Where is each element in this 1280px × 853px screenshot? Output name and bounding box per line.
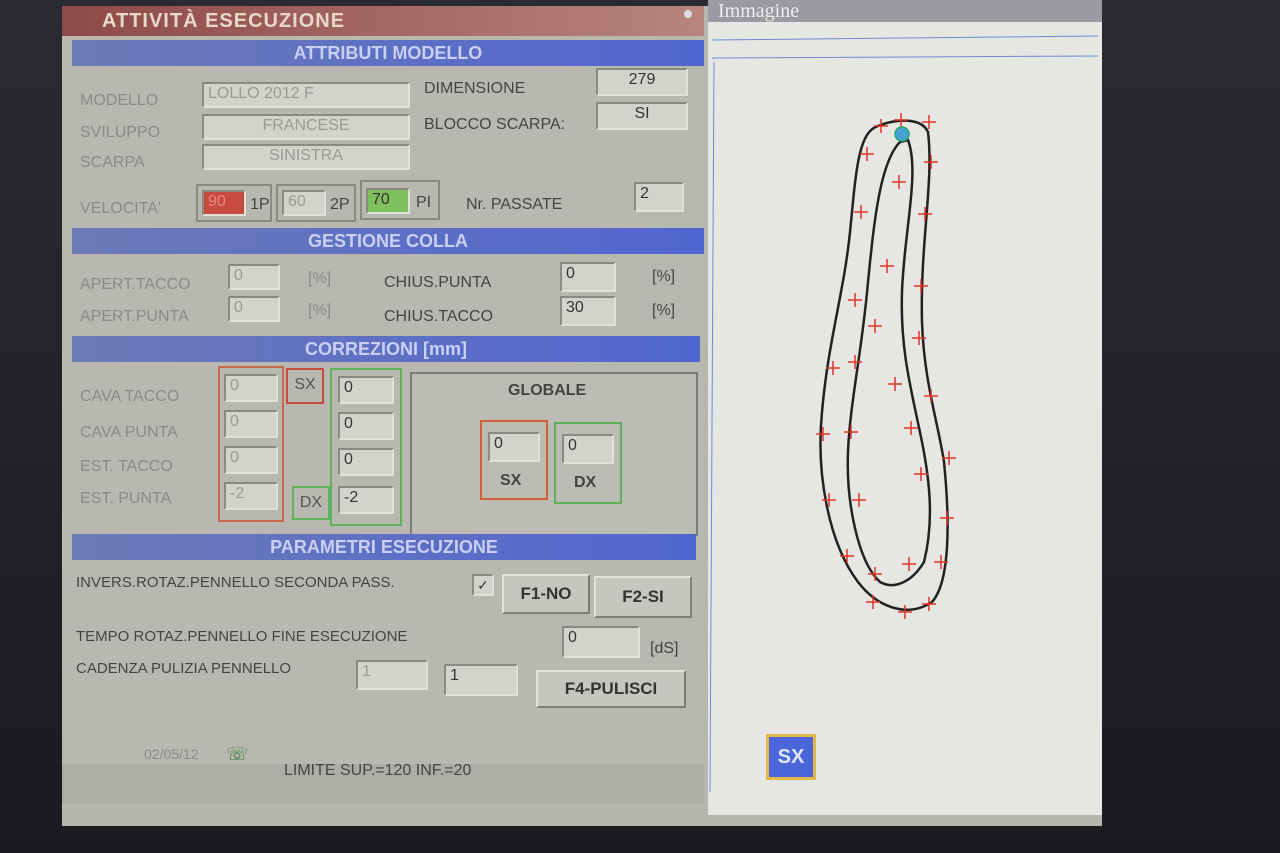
chius-tacco-label: CHIUS.TACCO (384, 308, 494, 325)
sx-cava-tacco-field[interactable]: 0 (224, 374, 278, 402)
dx-cava-tacco-field[interactable]: 0 (338, 376, 394, 404)
section-parametri: PARAMETRI ESECUZIONE (72, 534, 696, 560)
passate-label: Nr. PASSATE (466, 196, 563, 213)
corr-row-label: CAVA TACCO (80, 388, 180, 405)
top-ruler (711, 35, 1099, 59)
left-ruler (709, 61, 715, 793)
dx-cava-punta-field[interactable]: 0 (338, 412, 394, 440)
sviluppo-label: SVILUPPO (80, 124, 161, 141)
status-limits: LIMITE SUP.=120 INF.=20 (284, 762, 472, 779)
shoe-contour-canvas (709, 35, 1099, 793)
globale-sx-field[interactable]: 0 (488, 432, 540, 462)
apert-punta-label: APERT.PUNTA (80, 308, 189, 325)
sx-est-tacco-field[interactable]: 0 (224, 446, 278, 474)
cadenza-label: CADENZA PULIZIA PENNELLO (76, 660, 292, 677)
sx-cava-punta-field[interactable]: 0 (224, 410, 278, 438)
window-close-icon[interactable] (684, 10, 692, 18)
scarpa-field: SINISTRA (202, 144, 410, 170)
sx-est-punta-field[interactable]: -2 (224, 482, 278, 510)
corr-row-label: CAVA PUNTA (80, 424, 178, 441)
apert-tacco-unit: [%] (308, 270, 332, 287)
dimensione-field: 279 (596, 68, 688, 96)
dimensione-label: DIMENSIONE (424, 80, 526, 97)
image-panel-title: Immagine (708, 0, 1102, 22)
globale-label: GLOBALE (508, 382, 587, 399)
dx-est-tacco-field[interactable]: 0 (338, 448, 394, 476)
globale-dx-field[interactable]: 0 (562, 434, 614, 464)
cadenza-field-1[interactable]: 1 (356, 660, 428, 690)
sviluppo-field: FRANCESE (202, 114, 410, 140)
speed-3-field[interactable]: 70 (366, 188, 410, 214)
chius-tacco-field[interactable]: 30 (560, 296, 616, 326)
speed-2-unit: 2P (330, 196, 350, 213)
speed-3-unit: PI (416, 194, 432, 211)
cadenza-field-2[interactable]: 1 (444, 664, 518, 696)
connection-icon: ☏ (226, 744, 249, 764)
chius-punta-unit: [%] (652, 268, 676, 285)
blocco-field: SI (596, 102, 688, 130)
chius-tacco-unit: [%] (652, 302, 676, 319)
modello-field: LOLLO 2012 F (202, 82, 410, 108)
section-colla: GESTIONE COLLA (72, 228, 704, 254)
invers-checkbox[interactable]: ✓ (472, 574, 494, 596)
apert-punta-unit: [%] (308, 302, 332, 319)
globale-sx-label: SX (500, 472, 522, 489)
speed-2-field[interactable]: 60 (282, 190, 326, 216)
corr-row-label: EST. TACCO (80, 458, 173, 475)
scarpa-label: SCARPA (80, 154, 145, 171)
sx-tag: SX (286, 368, 324, 404)
window-title: ATTIVITÀ ESECUZIONE (62, 6, 704, 36)
f4-pulisci-button[interactable]: F4-PULISCI (536, 670, 686, 708)
apert-tacco-field[interactable]: 0 (228, 264, 280, 290)
chius-punta-field[interactable]: 0 (560, 262, 616, 292)
apert-tacco-label: APERT.TACCO (80, 276, 191, 293)
f1-no-button[interactable]: F1-NO (502, 574, 590, 614)
speed-1-field[interactable]: 90 (202, 190, 246, 216)
modello-label: MODELLO (80, 92, 159, 109)
tempo-unit: [dS] (650, 640, 679, 657)
f2-si-button[interactable]: F2-SI (594, 576, 692, 618)
status-date: 02/05/12 (144, 746, 199, 762)
start-point-marker (894, 126, 910, 142)
passate-field[interactable]: 2 (634, 182, 684, 212)
dx-tag: DX (292, 486, 330, 520)
window-title-text: ATTIVITÀ ESECUZIONE (102, 10, 346, 32)
section-attributi: ATTRIBUTI MODELLO (72, 40, 704, 66)
section-correzioni: CORREZIONI [mm] (72, 336, 700, 362)
side-sx-button[interactable]: SX (766, 734, 816, 780)
corr-row-label: EST. PUNTA (80, 490, 172, 507)
globale-dx-label: DX (574, 474, 597, 491)
speed-1-unit: 1P (250, 196, 270, 213)
tempo-label: TEMPO ROTAZ.PENNELLO FINE ESECUZIONE (76, 628, 408, 645)
dx-est-punta-field[interactable]: -2 (338, 486, 394, 514)
velocita-label: VELOCITA' (80, 200, 161, 217)
apert-punta-field[interactable]: 0 (228, 296, 280, 322)
blocco-label: BLOCCO SCARPA: (424, 116, 566, 133)
chius-punta-label: CHIUS.PUNTA (384, 274, 492, 291)
invers-label: INVERS.ROTAZ.PENNELLO SECONDA PASS. (76, 574, 395, 591)
tempo-field[interactable]: 0 (562, 626, 640, 658)
